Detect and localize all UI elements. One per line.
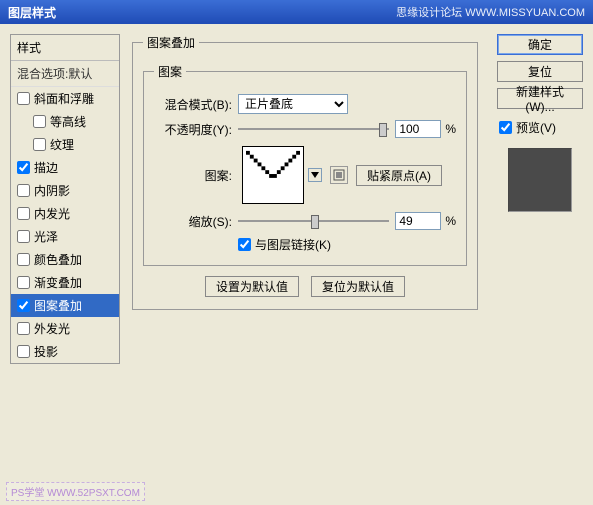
pattern-legend: 图案 <box>154 63 186 80</box>
opacity-label: 不透明度(Y): <box>154 121 232 138</box>
titlebar-credit: 思缘设计论坛 WWW.MISSYUAN.COM <box>396 4 585 20</box>
opacity-slider[interactable] <box>238 120 389 138</box>
styles-panel: 样式 混合选项:默认 斜面和浮雕等高线纹理描边内阴影内发光光泽颜色叠加渐变叠加图… <box>10 34 120 364</box>
opacity-input[interactable] <box>395 120 441 138</box>
make-default-button[interactable]: 设置为默认值 <box>205 276 299 297</box>
style-item-8[interactable]: 渐变叠加 <box>11 271 119 294</box>
titlebar: 图层样式 思缘设计论坛 WWW.MISSYUAN.COM <box>0 0 593 24</box>
reset-default-button[interactable]: 复位为默认值 <box>311 276 405 297</box>
style-checkbox-9[interactable] <box>17 299 30 312</box>
style-label-1: 等高线 <box>50 113 86 130</box>
scale-input[interactable] <box>395 212 441 230</box>
style-item-4[interactable]: 内阴影 <box>11 179 119 202</box>
style-checkbox-7[interactable] <box>17 253 30 266</box>
pattern-swatch[interactable] <box>242 146 304 204</box>
style-item-0[interactable]: 斜面和浮雕 <box>11 87 119 110</box>
link-layer-label: 与图层链接(K) <box>255 236 331 253</box>
style-item-7[interactable]: 颜色叠加 <box>11 248 119 271</box>
style-checkbox-0[interactable] <box>17 92 30 105</box>
opacity-unit: % <box>445 122 456 136</box>
style-checkbox-1[interactable] <box>33 115 46 128</box>
dialog-body: 样式 混合选项:默认 斜面和浮雕等高线纹理描边内阴影内发光光泽颜色叠加渐变叠加图… <box>0 24 593 505</box>
style-checkbox-6[interactable] <box>17 230 30 243</box>
style-label-8: 渐变叠加 <box>34 274 82 291</box>
reset-button[interactable]: 复位 <box>497 61 583 82</box>
pattern-preview-icon <box>246 150 300 200</box>
style-checkbox-4[interactable] <box>17 184 30 197</box>
preview-thumbnail <box>508 148 572 212</box>
style-label-6: 光泽 <box>34 228 58 245</box>
dialog-title: 图层样式 <box>8 4 56 21</box>
snap-origin-button[interactable]: 贴紧原点(A) <box>356 165 442 186</box>
create-pattern-button[interactable] <box>330 166 348 184</box>
blend-mode-select[interactable]: 正片叠底 <box>238 94 348 114</box>
blend-mode-label: 混合模式(B): <box>154 96 232 113</box>
scale-label: 缩放(S): <box>154 213 232 230</box>
scale-unit: % <box>445 214 456 228</box>
style-item-5[interactable]: 内发光 <box>11 202 119 225</box>
style-checkbox-3[interactable] <box>17 161 30 174</box>
style-item-9[interactable]: 图案叠加 <box>11 294 119 317</box>
style-checkbox-8[interactable] <box>17 276 30 289</box>
style-checkbox-11[interactable] <box>17 345 30 358</box>
pattern-overlay-legend: 图案叠加 <box>143 34 199 51</box>
style-label-7: 颜色叠加 <box>34 251 82 268</box>
style-item-1[interactable]: 等高线 <box>11 110 119 133</box>
pattern-group: 图案 混合模式(B): 正片叠底 不透明度(Y): % <box>143 63 467 266</box>
style-item-11[interactable]: 投影 <box>11 340 119 363</box>
style-item-2[interactable]: 纹理 <box>11 133 119 156</box>
scale-slider[interactable] <box>238 212 389 230</box>
pattern-label: 图案: <box>154 167 232 184</box>
style-label-5: 内发光 <box>34 205 70 222</box>
style-checkbox-10[interactable] <box>17 322 30 335</box>
preview-label: 预览(V) <box>516 119 556 136</box>
style-label-3: 描边 <box>34 159 58 176</box>
watermark: PS学堂 WWW.52PSXT.COM <box>6 482 145 501</box>
style-item-6[interactable]: 光泽 <box>11 225 119 248</box>
style-checkbox-2[interactable] <box>33 138 46 151</box>
new-style-button[interactable]: 新建样式(W)... <box>497 88 583 109</box>
preview-checkbox[interactable] <box>499 121 512 134</box>
style-label-10: 外发光 <box>34 320 70 337</box>
style-item-3[interactable]: 描边 <box>11 156 119 179</box>
blending-options-default[interactable]: 混合选项:默认 <box>11 61 119 87</box>
pattern-dropdown-icon[interactable] <box>308 168 322 182</box>
main-panel: 图案叠加 图案 混合模式(B): 正片叠底 不透明度(Y): <box>132 34 478 464</box>
ok-button[interactable]: 确定 <box>497 34 583 55</box>
link-layer-checkbox[interactable] <box>238 238 251 251</box>
styles-header[interactable]: 样式 <box>11 35 119 61</box>
right-panel: 确定 复位 新建样式(W)... 预览(V) <box>497 34 583 212</box>
style-label-11: 投影 <box>34 343 58 360</box>
style-label-4: 内阴影 <box>34 182 70 199</box>
style-label-9: 图案叠加 <box>34 297 82 314</box>
style-item-10[interactable]: 外发光 <box>11 317 119 340</box>
pattern-overlay-group: 图案叠加 图案 混合模式(B): 正片叠底 不透明度(Y): <box>132 34 478 310</box>
style-checkbox-5[interactable] <box>17 207 30 220</box>
style-label-0: 斜面和浮雕 <box>34 90 94 107</box>
style-label-2: 纹理 <box>50 136 74 153</box>
